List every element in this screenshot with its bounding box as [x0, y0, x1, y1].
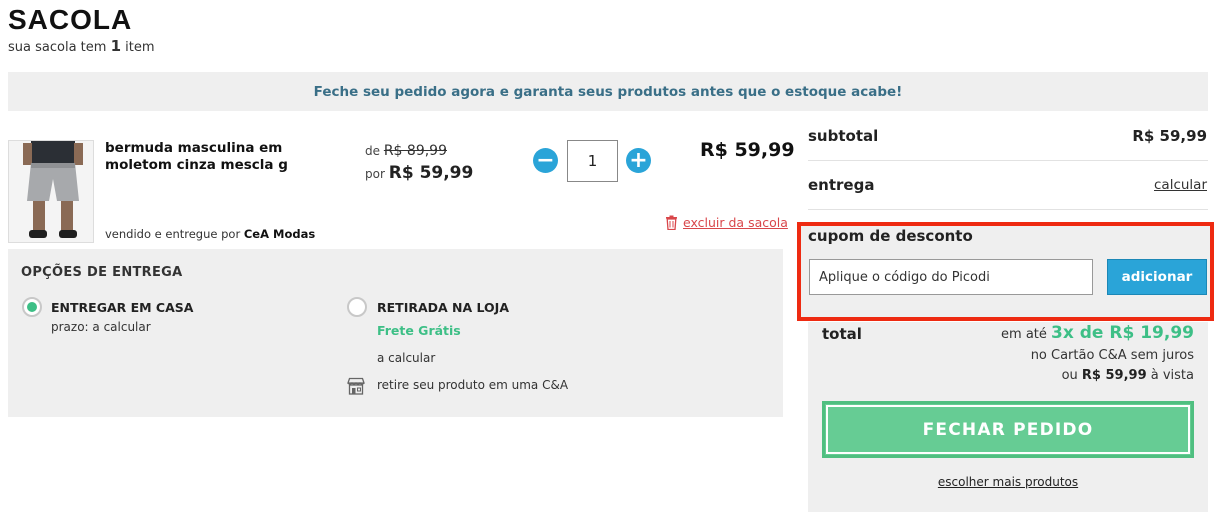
remove-from-bag-link[interactable]: excluir da sacola [665, 215, 788, 230]
delivery-options-panel: OPÇÕES DE ENTREGA ENTREGAR EM CASA prazo… [8, 249, 783, 417]
subtitle-prefix: sua sacola tem [8, 40, 107, 55]
store-pickup-label[interactable]: RETIRADA NA LOJA [377, 300, 509, 315]
installments-card: no Cartão C&A sem juros [1030, 348, 1194, 363]
product-image[interactable] [8, 140, 94, 243]
price-by-value: R$ 59,99 [388, 163, 474, 183]
page-title: SACOLA [8, 4, 133, 35]
coupon-label: cupom de desconto [808, 227, 973, 245]
summary-divider [808, 160, 1208, 161]
quantity-input[interactable] [567, 140, 618, 182]
banner-text: Feche seu pedido agora e garanta seus pr… [313, 83, 903, 100]
price-from-value: R$ 89,99 [383, 143, 447, 159]
subtotal-label: subtotal [808, 127, 879, 145]
seller-name: CeA Modas [243, 227, 316, 241]
minus-icon[interactable]: − [533, 148, 558, 173]
sale-price: por R$ 59,99 [365, 163, 473, 183]
price-by-label: por [365, 167, 385, 181]
remove-label: excluir da sacola [683, 215, 788, 230]
page-subtitle: sua sacola tem 1 item [8, 37, 155, 55]
subtitle-suffix: item [125, 40, 155, 55]
installments-prefix: em até [1001, 327, 1047, 342]
cash-suffix: à vista [1150, 368, 1194, 383]
home-delivery-label[interactable]: ENTREGAR EM CASA [51, 300, 193, 315]
subtotal-value: R$ 59,99 [1132, 127, 1207, 145]
product-name[interactable]: bermuda masculina em moletom cinza mescl… [105, 140, 305, 174]
trash-icon [666, 215, 677, 230]
cash-prefix: ou [1061, 368, 1078, 383]
item-total: R$ 59,99 [700, 139, 795, 161]
item-count: 1 [110, 37, 121, 55]
delivery-label: entrega [808, 176, 875, 194]
store-pickup-text: retire seu produto em uma C&A [377, 378, 569, 392]
original-price: de R$ 89,99 [365, 143, 447, 159]
cash-price-line: ou R$ 59,99 à vista [1062, 368, 1194, 383]
installments-value: 3x de R$ 19,99 [1051, 323, 1194, 343]
summary-divider [808, 209, 1208, 210]
cash-value: R$ 59,99 [1081, 368, 1147, 383]
free-shipping-text: Frete Grátis [377, 323, 461, 338]
store-icon [347, 377, 365, 395]
add-coupon-button[interactable]: adicionar [1107, 259, 1207, 295]
radio-icon-home-delivery[interactable] [22, 297, 42, 317]
seller-prefix: vendido e entregue por [105, 227, 241, 241]
calculate-delivery-link[interactable]: calcular [1154, 177, 1207, 193]
store-pickup-calc: a calcular [377, 351, 436, 365]
total-label: total [822, 325, 862, 343]
delivery-title: OPÇÕES DE ENTREGA [21, 265, 183, 280]
price-from-label: de [365, 144, 380, 158]
checkout-button[interactable]: FECHAR PEDIDO [822, 401, 1194, 458]
coupon-input[interactable] [809, 259, 1093, 295]
installments-line: em até 3x de R$ 19,99 [1001, 323, 1194, 343]
plus-icon[interactable]: + [626, 148, 651, 173]
home-delivery-prazo: prazo: a calcular [51, 320, 151, 334]
more-products-link[interactable]: escolher mais produtos [808, 475, 1208, 489]
seller-info: vendido e entregue por CeA Modas [105, 227, 315, 241]
radio-icon-store-pickup[interactable] [347, 297, 367, 317]
stock-banner: Feche seu pedido agora e garanta seus pr… [8, 72, 1208, 111]
